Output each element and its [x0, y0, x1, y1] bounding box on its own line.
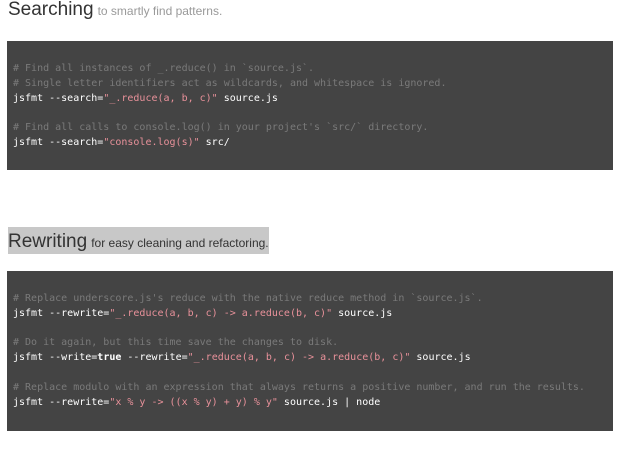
code-comment: # Do it again, but this time save the ch… [13, 337, 339, 348]
command-string: "_.reduce(a, b, c) -> a.reduce(b, c)" [187, 352, 411, 363]
rewrite-code-block[interactable]: # Replace underscore.js's reduce with th… [7, 271, 613, 431]
command-string: "x % y -> ((x % y) + y) % y" [109, 397, 278, 408]
command-text: source.js [332, 308, 393, 319]
command-text: source.js [217, 93, 278, 104]
code-command: jsfmt --search="_.reduce(a, b, c)" sourc… [13, 92, 278, 106]
command-text: source.js [410, 352, 471, 363]
code-command: jsfmt --write=true --rewrite="_.reduce(a… [13, 351, 471, 365]
command-string: "console.log(s)" [103, 137, 200, 148]
code-comment: # Find all instances of _.reduce() in `s… [13, 63, 315, 74]
command-keyword: true [97, 352, 122, 363]
code-comment: # Single letter identifiers act as wildc… [13, 78, 447, 89]
command-text: jsfmt --write= [13, 352, 98, 363]
command-text: jsfmt --search= [13, 137, 104, 148]
searching-heading: Searching to smartly find patterns. [8, 0, 222, 20]
command-text: jsfmt --rewrite= [13, 397, 110, 408]
searching-subtitle: to smartly find patterns. [97, 4, 223, 18]
rewriting-title: Rewriting [8, 231, 88, 252]
code-command: jsfmt --rewrite="x % y -> ((x % y) + y) … [13, 396, 380, 410]
search-code-block[interactable]: # Find all instances of _.reduce() in `s… [7, 41, 613, 170]
command-text: source.js | node [277, 397, 381, 408]
code-comment: # Find all calls to console.log() in you… [13, 122, 429, 133]
command-text: jsfmt --rewrite= [13, 308, 110, 319]
command-string: "_.reduce(a, b, c) -> a.reduce(b, c)" [109, 308, 333, 319]
command-text: src/ [199, 137, 230, 148]
command-text: --rewrite= [121, 352, 188, 363]
searching-title: Searching [8, 0, 94, 20]
code-command: jsfmt --search="console.log(s)" src/ [13, 136, 230, 150]
command-text: jsfmt --search= [13, 93, 104, 104]
code-comment: # Replace underscore.js's reduce with th… [13, 293, 483, 304]
code-comment: # Replace modulo with an expression that… [13, 382, 585, 393]
command-string: "_.reduce(a, b, c)" [103, 93, 218, 104]
rewriting-subtitle: for easy cleaning and refactoring. [91, 236, 269, 250]
code-command: jsfmt --rewrite="_.reduce(a, b, c) -> a.… [13, 307, 392, 321]
rewriting-heading: Rewriting for easy cleaning and refactori… [8, 227, 269, 254]
